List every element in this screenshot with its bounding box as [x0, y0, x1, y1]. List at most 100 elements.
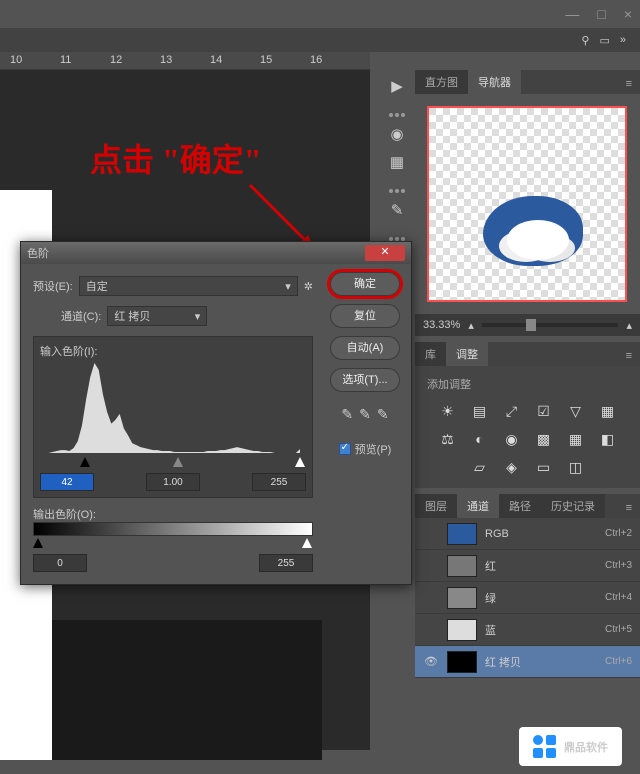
zoom-out-icon[interactable]: ▴ — [468, 319, 474, 332]
channel-row[interactable]: 红 Ctrl+3 — [415, 550, 640, 582]
output-white-value[interactable]: 255 — [259, 554, 313, 572]
balance-icon[interactable]: ⚖ — [437, 430, 459, 448]
channel-row[interactable]: 👁 红 拷贝 Ctrl+6 — [415, 646, 640, 678]
histogram-chart — [40, 363, 306, 453]
document-dark — [52, 620, 322, 760]
screen-mode-icon[interactable]: ▭ — [599, 34, 609, 47]
channel-thumbnail — [447, 619, 477, 641]
zoom-in-icon[interactable]: ▴ — [626, 319, 632, 332]
hue-icon[interactable]: ▦ — [597, 402, 619, 420]
tab-histogram[interactable]: 直方图 — [415, 70, 468, 94]
ruler-tick: 12 — [110, 54, 122, 66]
tab-library[interactable]: 库 — [415, 342, 446, 366]
eyedropper-black-icon[interactable]: ✎ — [341, 406, 353, 423]
options-button[interactable]: 选项(T)... — [330, 368, 400, 392]
output-black-value[interactable]: 0 — [33, 554, 87, 572]
midtone-slider[interactable] — [173, 457, 183, 467]
exposure-icon[interactable]: ☑ — [533, 402, 555, 420]
eyedropper-gray-icon[interactable]: ✎ — [359, 406, 371, 423]
channel-shortcut: Ctrl+3 — [605, 560, 632, 571]
channel-name: 绿 — [485, 590, 496, 606]
input-slider[interactable] — [40, 457, 306, 469]
input-mid-value[interactable]: 1.00 — [146, 473, 200, 491]
selective-icon[interactable]: ◫ — [565, 458, 587, 476]
watermark-text: 鼎品软件 — [564, 739, 608, 755]
search-icon[interactable]: ⚲ — [581, 34, 589, 47]
mixer-icon[interactable]: ▩ — [533, 430, 555, 448]
ruler-tick: 13 — [160, 54, 172, 66]
channel-name: 红 拷贝 — [485, 654, 521, 670]
gradient-map-icon[interactable]: ▭ — [533, 458, 555, 476]
posterize-icon[interactable]: ▱ — [469, 458, 491, 476]
channel-shortcut: Ctrl+4 — [605, 592, 632, 603]
auto-button[interactable]: 自动(A) — [330, 336, 400, 360]
color-icon[interactable]: ◉ — [384, 123, 410, 145]
zoom-slider[interactable] — [482, 323, 619, 327]
output-levels-label: 输出色阶(O): — [33, 506, 313, 522]
curves-icon[interactable]: ⤢ — [501, 402, 523, 420]
preview-checkbox[interactable] — [339, 443, 351, 455]
ok-button[interactable]: 确定 — [330, 272, 400, 296]
restore-button[interactable]: □ — [597, 6, 605, 22]
tab-channels[interactable]: 通道 — [457, 494, 499, 518]
output-gradient — [33, 522, 313, 536]
panel-menu-icon[interactable]: ≡ — [618, 498, 640, 518]
gear-icon[interactable]: ✲ — [304, 280, 313, 293]
vibrance-icon[interactable]: ▽ — [565, 402, 587, 420]
tab-adjustments[interactable]: 调整 — [446, 342, 488, 366]
black-point-slider[interactable] — [80, 457, 90, 467]
brightness-icon[interactable]: ☀ — [437, 402, 459, 420]
white-point-slider[interactable] — [295, 457, 305, 467]
adjustments-title: 添加调整 — [427, 376, 628, 392]
input-white-value[interactable]: 255 — [252, 473, 306, 491]
navigator-preview[interactable] — [415, 94, 640, 314]
ruler-tick: 16 — [310, 54, 322, 66]
output-black-slider[interactable] — [33, 538, 43, 548]
channel-shortcut: Ctrl+6 — [605, 656, 632, 667]
panel-menu-icon[interactable]: ≡ — [618, 74, 640, 94]
channel-row[interactable]: RGB Ctrl+2 — [415, 518, 640, 550]
photo-filter-icon[interactable]: ◉ — [501, 430, 523, 448]
output-white-slider[interactable] — [302, 538, 312, 548]
minimize-button[interactable]: — — [565, 6, 579, 22]
ruler-tick: 10 — [10, 54, 22, 66]
ruler-horizontal: 10 11 12 13 14 15 16 — [0, 52, 370, 70]
channel-name: RGB — [485, 528, 509, 540]
preset-select[interactable]: 自定▾ — [79, 276, 298, 296]
brush-icon[interactable]: ✎ — [384, 199, 410, 221]
output-slider[interactable] — [33, 538, 313, 550]
chevron-down-icon: ▾ — [285, 280, 291, 293]
levels-icon[interactable]: ▤ — [469, 402, 491, 420]
tab-layers[interactable]: 图层 — [415, 494, 457, 518]
channel-shortcut: Ctrl+2 — [605, 528, 632, 539]
panel-menu-icon[interactable]: ≡ — [618, 346, 640, 366]
channel-select[interactable]: 红 拷贝▾ — [107, 306, 207, 326]
close-button[interactable]: × — [624, 6, 632, 22]
channel-name: 红 — [485, 558, 496, 574]
ruler-tick: 11 — [60, 54, 71, 66]
channel-row[interactable]: 绿 Ctrl+4 — [415, 582, 640, 614]
swatches-icon[interactable]: ▦ — [384, 151, 410, 173]
tab-history[interactable]: 历史记录 — [541, 494, 605, 518]
ruler-tick: 15 — [260, 54, 272, 66]
preview-cloud — [507, 220, 569, 260]
watermark-logo-icon — [533, 735, 556, 758]
bw-icon[interactable]: ◐ — [469, 430, 491, 448]
channel-row[interactable]: 蓝 Ctrl+5 — [415, 614, 640, 646]
invert-icon[interactable]: ◧ — [597, 430, 619, 448]
dialog-title: 色阶 — [27, 245, 49, 261]
threshold-icon[interactable]: ◈ — [501, 458, 523, 476]
visibility-icon[interactable]: 👁 — [423, 655, 439, 668]
dialog-close-button[interactable]: ✕ — [365, 245, 405, 261]
zoom-thumb[interactable] — [526, 319, 536, 331]
tab-paths[interactable]: 路径 — [499, 494, 541, 518]
lookup-icon[interactable]: ▦ — [565, 430, 587, 448]
eyedropper-white-icon[interactable]: ✎ — [377, 406, 389, 423]
reset-button[interactable]: 复位 — [330, 304, 400, 328]
tab-navigator[interactable]: 导航器 — [468, 70, 521, 94]
preview-label: 预览(P) — [355, 441, 392, 457]
panel-menu-icon[interactable]: » — [620, 34, 626, 46]
play-icon[interactable]: ▶ — [384, 75, 410, 97]
input-black-value[interactable]: 42 — [40, 473, 94, 491]
input-levels-label: 输入色阶(I): — [40, 343, 306, 359]
